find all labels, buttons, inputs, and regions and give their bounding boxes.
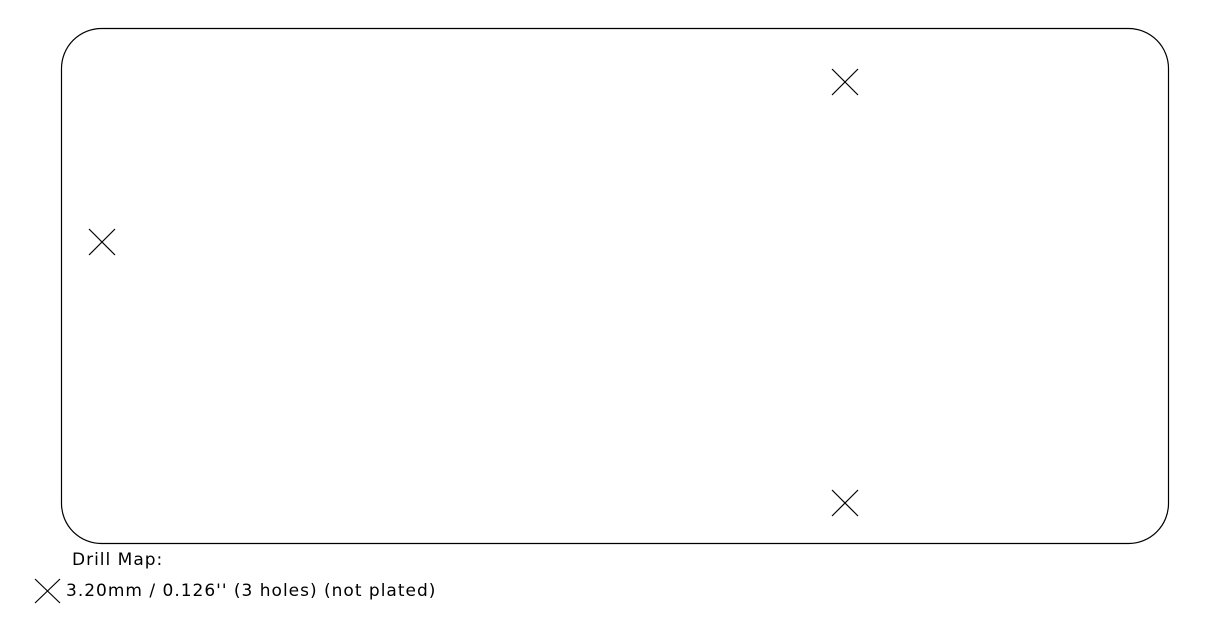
board-outline: [60, 27, 1170, 545]
drill-hole-3: [831, 489, 859, 517]
cross-icon: [34, 578, 61, 604]
drill-map-canvas: [60, 27, 1170, 545]
legend-entry: 3.20mm / 0.126'' (3 holes) (not plated): [34, 578, 436, 604]
drill-hole-1: [831, 68, 859, 96]
drill-hole-2: [88, 228, 116, 256]
legend-title: Drill Map:: [72, 550, 164, 570]
legend-entry-label: 3.20mm / 0.126'' (3 holes) (not plated): [66, 581, 437, 601]
